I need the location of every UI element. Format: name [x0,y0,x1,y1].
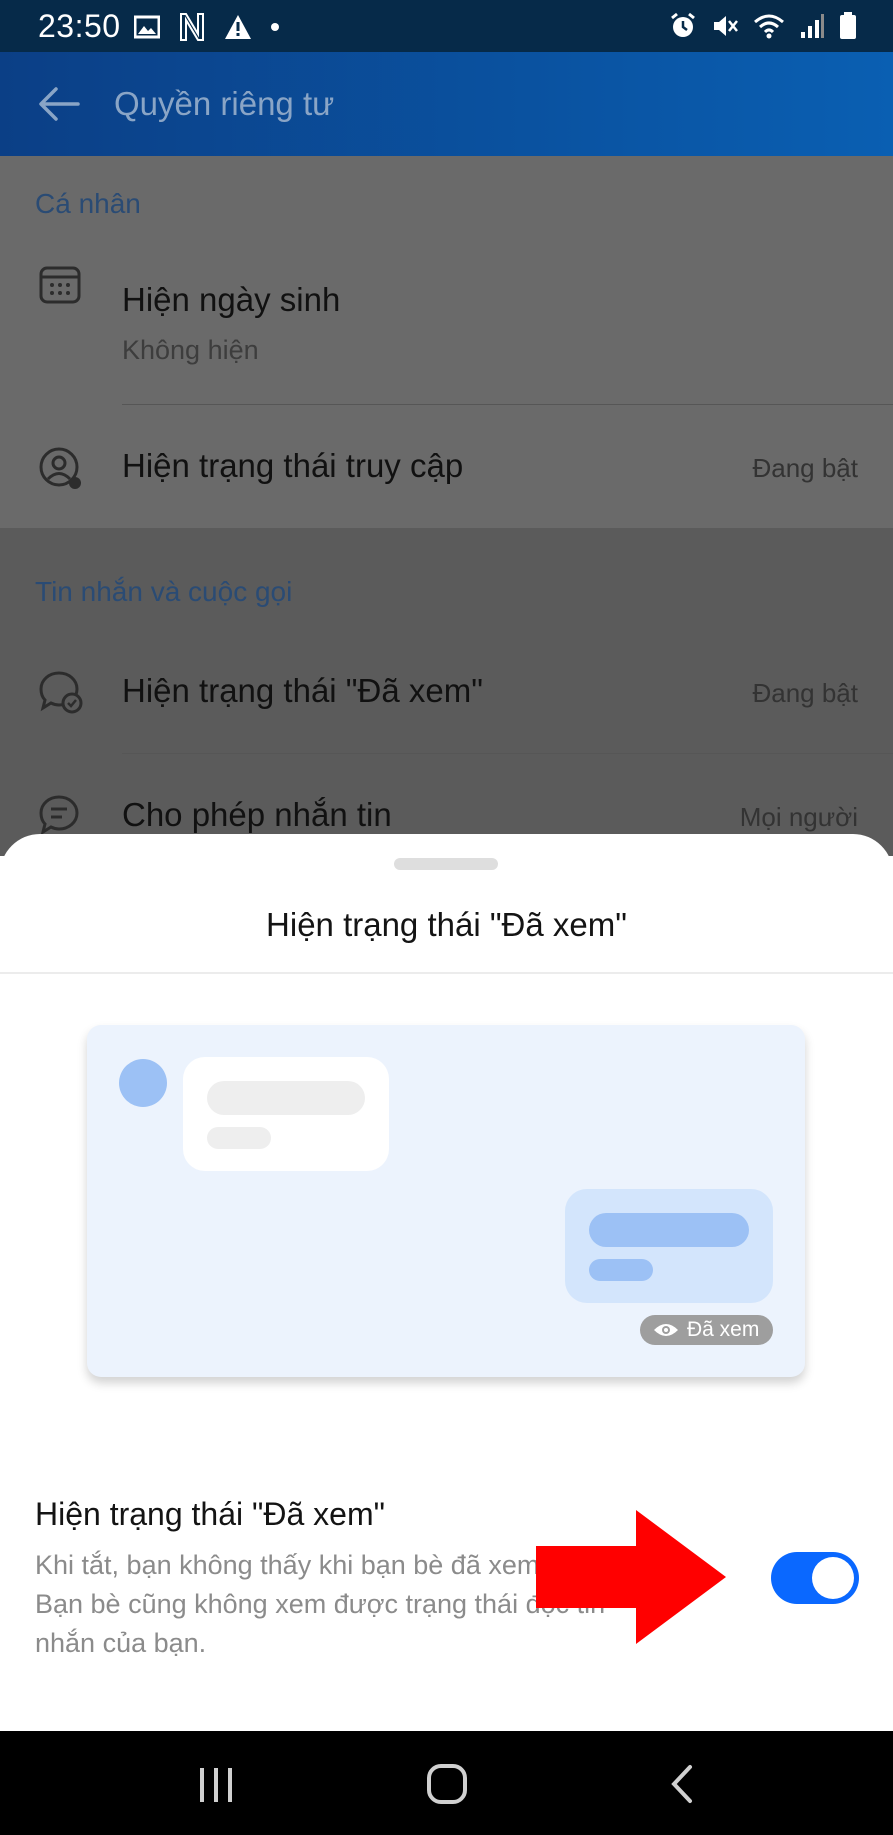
seen-badge: Đã xem [640,1315,773,1345]
navigation-bar [0,1731,893,1835]
row-seen-status-value: Đang bật [752,678,858,708]
row-allow-messages-value: Mọi người [739,802,858,832]
eye-icon [654,1324,678,1336]
section-label-messages: Tin nhắn và cuộc gọi [35,576,293,607]
incoming-message-bubble [183,1057,389,1171]
back-icon[interactable] [666,1763,696,1805]
setting-title: Hiện trạng thái "Đã xem" [35,1496,385,1532]
calendar-icon [39,266,81,304]
dot-icon [271,23,279,31]
seen-badge-label: Đã xem [687,1318,760,1341]
sheet-drag-handle[interactable] [394,858,498,870]
seen-status-illustration: Đã xem [87,1025,805,1377]
bottom-sheet: Hiện trạng thái "Đã xem" Đã xem Hiện trạ… [0,834,893,1731]
page-title: Quyền riêng tư [114,85,335,122]
row-seen-status-title[interactable]: Hiện trạng thái "Đã xem" [122,672,483,710]
toggle-knob [812,1557,854,1599]
sheet-divider [0,972,893,974]
battery-icon [840,12,856,39]
user-status-icon [39,447,81,489]
row-access-status-title[interactable]: Hiện trạng thái truy cập [122,447,463,485]
outgoing-message-bubble [565,1189,773,1303]
image-icon [134,15,160,39]
back-arrow-icon[interactable] [36,84,82,124]
row-birthday-title[interactable]: Hiện ngày sinh [122,281,340,319]
row-allow-messages-title[interactable]: Cho phép nhắn tin [122,796,392,834]
recent-apps-icon[interactable] [196,1765,236,1805]
app-bar: Quyền riêng tư [0,52,893,156]
chat-icon [39,795,79,836]
notification-n-icon [180,13,204,41]
row-birthday-subtitle: Không hiện [122,335,259,365]
status-bar: 23:50 [0,0,893,52]
sheet-title: Hiện trạng thái "Đã xem" [266,906,627,943]
divider [122,404,893,405]
home-icon[interactable] [426,1763,468,1805]
divider [122,753,893,754]
privacy-settings-list: Cá nhân Hiện ngày sinh Không hiện Hiện t… [0,156,893,856]
wifi-icon [754,14,784,39]
section-label-personal: Cá nhân [35,188,141,219]
warning-icon [225,15,251,39]
mute-icon [714,16,738,36]
red-arrow-annotation [536,1510,726,1644]
signal-icon [801,14,824,38]
chat-seen-icon [39,671,83,714]
row-access-status-value: Đang bật [752,453,858,483]
avatar [119,1059,167,1107]
alarm-icon [671,12,695,37]
seen-status-toggle[interactable] [771,1552,859,1604]
status-time: 23:50 [38,8,121,44]
